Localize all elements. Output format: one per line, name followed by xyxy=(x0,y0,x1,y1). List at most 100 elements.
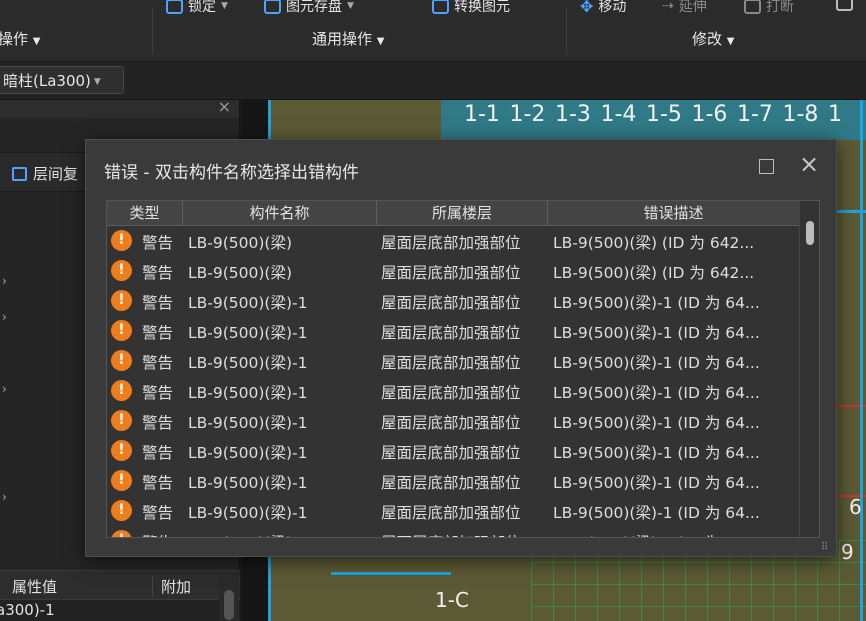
tree-expand-icon[interactable]: › xyxy=(2,310,7,324)
axis-label: 1-2 xyxy=(509,102,546,127)
extend-icon: ⇢ xyxy=(662,0,674,14)
close-icon[interactable]: × xyxy=(799,152,819,176)
row-component-name[interactable]: LB-9(500)(梁)-1 xyxy=(188,411,378,433)
warning-icon: ! xyxy=(111,530,132,537)
tree-expand-icon[interactable]: › xyxy=(2,490,7,504)
axis-label: 1-7 xyxy=(737,102,773,127)
row-description: LB-9(500)(梁) (ID 为 642... xyxy=(553,234,755,252)
axis-label-bar: 1-1 1-2 1-3 1-4 1-5 1-6 1-7 1-8 1 xyxy=(464,102,866,127)
row-description: LB-9(500)(梁)-1 (ID 为 64... xyxy=(553,324,760,342)
row-floor: 屋面层底部加强部位 xyxy=(381,354,521,372)
warning-icon: ! xyxy=(111,440,132,461)
warning-icon: ! xyxy=(111,410,132,431)
property-extra-header: 附加 xyxy=(152,576,191,597)
chevron-down-icon: ▼ xyxy=(221,1,228,11)
property-scrollbar[interactable] xyxy=(219,572,239,621)
tree-expand-icon[interactable]: › xyxy=(2,274,7,288)
save-element-button[interactable]: 图元存盘 ▼ xyxy=(264,0,354,16)
more-tool-button[interactable] xyxy=(836,0,853,11)
row-description: LB-9(500)(梁)-1 (ID 为 64... xyxy=(553,531,797,537)
ribbon-toolbar: 锁定 ▼ 图元存盘 ▼ 转换图元 ✥ 移动 ⇢ 延伸 打断 操作 ▼ 通用操作 ▼ 修改… xyxy=(0,0,866,62)
row-component-name[interactable]: LB-9(500)(梁)-1 xyxy=(188,501,378,523)
scrollbar-thumb[interactable] xyxy=(224,590,234,620)
error-table-header: 类型 构件名称 所属楼层 错误描述 xyxy=(107,201,799,226)
property-row[interactable]: a300)-1 xyxy=(0,600,240,621)
property-value-header: 属性值 xyxy=(12,578,58,596)
row-type: 警告 xyxy=(142,384,174,402)
table-row[interactable]: !警告LB-9(500)(梁)-1屋面层底部加强部位LB-9(500)(梁)-1… xyxy=(107,376,799,406)
error-table-scrollbar[interactable] xyxy=(799,201,819,537)
chevron-down-icon: ▼ xyxy=(32,36,41,47)
lock-tool-button[interactable]: 锁定 ▼ xyxy=(166,0,228,16)
table-row[interactable]: !警告LB-9(500)(梁)-1屋面层底部加强部位LB-9(500)(梁)-1… xyxy=(107,286,799,316)
row-type: 警告 xyxy=(142,264,174,282)
error-table: 类型 构件名称 所属楼层 错误描述 ! 警告 LB-9(500)(梁) 屋面层底部加强… xyxy=(106,200,820,538)
column-header-floor[interactable]: 所属楼层 xyxy=(377,201,548,226)
convert-element-button[interactable]: 转换图元 xyxy=(432,0,510,16)
table-row[interactable]: !警告LB-9(500)(梁)-1屋面层底部加强部位LB-9(500)(梁)-1… xyxy=(107,436,799,466)
row-component-name[interactable]: LB-9(500)(梁) xyxy=(188,261,378,283)
ribbon-group-operations[interactable]: 操作 ▼ xyxy=(0,28,41,49)
row-type: 警告 xyxy=(142,294,174,312)
component-select[interactable]: 暗柱(La300) ▼ xyxy=(0,66,124,94)
row-component-name[interactable]: LB-9(500)(梁) xyxy=(188,231,378,253)
row-floor: 屋面层底部加强部位 xyxy=(381,504,521,522)
row-component-name[interactable]: LB-9(500)(梁)-1 xyxy=(188,381,378,403)
tab-floor-copy[interactable]: 层间复 xyxy=(12,163,78,184)
warning-icon: ! xyxy=(111,350,132,371)
table-row[interactable]: !警告LB-9(500)(梁)-1屋面层底部加强部位LB-9(500)(梁)-1… xyxy=(107,316,799,346)
table-row[interactable]: !警告LB-9(500)(梁)-1屋面层底部加强部位LB-9(500)(梁)-1… xyxy=(107,406,799,436)
row-floor: 屋面层底部加强部位 xyxy=(381,531,551,537)
row-type: 警告 xyxy=(142,234,174,252)
tree-expand-icon[interactable]: › xyxy=(2,382,7,396)
row-component-name[interactable]: LB-9(500)(梁)-1 xyxy=(188,351,378,373)
row-type: 警告 xyxy=(142,531,184,537)
row-component-name[interactable]: LB-9(500)(梁)-1 xyxy=(188,441,378,463)
ribbon-group-general[interactable]: 通用操作 ▼ xyxy=(312,28,385,49)
table-row[interactable]: !警告LB-9(500)(梁)-1屋面层底部加强部位LB-9(500)(梁)-1… xyxy=(107,346,799,376)
move-icon: ✥ xyxy=(580,0,594,16)
ribbon-divider xyxy=(152,8,153,54)
warning-icon: ! xyxy=(111,470,132,491)
table-row[interactable]: ! 警告 LB-9(500)(梁) 屋面层底部加强部位 LB-9(500)(梁) (ID… xyxy=(107,256,799,286)
row-component-name[interactable]: LB-9(500)(梁)-1 xyxy=(188,321,378,343)
column-header-type[interactable]: 类型 xyxy=(107,201,183,226)
warning-icon: ! xyxy=(111,260,132,281)
row-description: LB-9(500)(梁)-1 (ID 为 64... xyxy=(553,504,760,522)
export-icon xyxy=(836,0,853,11)
row-type: 警告 xyxy=(142,504,174,522)
row-description: LB-9(500)(梁) (ID 为 642... xyxy=(553,264,755,282)
ribbon-group-modify[interactable]: 修改 ▼ xyxy=(692,28,735,49)
chevron-down-icon: ▼ xyxy=(93,76,101,87)
axis-label: 1 xyxy=(828,102,842,127)
row-floor: 屋面层底部加强部位 xyxy=(381,444,521,462)
row-component-name[interactable]: LB-9(500)(梁)-1 xyxy=(188,531,378,537)
close-icon[interactable]: × xyxy=(218,97,231,116)
axis-label: 1-C xyxy=(435,588,469,612)
extend-button[interactable]: ⇢ 延伸 xyxy=(662,0,707,16)
warning-icon: ! xyxy=(111,320,132,341)
row-description: LB-9(500)(梁)-1 (ID 为 64... xyxy=(553,294,760,312)
row-component-name[interactable]: LB-9(500)(梁)-1 xyxy=(188,471,378,493)
resize-grip-icon[interactable]: ⠿ xyxy=(821,542,828,553)
table-row[interactable]: ! 警告 LB-9(500)(梁)-1屋面层底部加强部位LB-9(500)(梁)-1… xyxy=(107,526,799,537)
chevron-down-icon: ▼ xyxy=(376,36,385,47)
table-row[interactable]: !警告LB-9(500)(梁)-1屋面层底部加强部位LB-9(500)(梁)-1… xyxy=(107,496,799,526)
move-button[interactable]: ✥ 移动 xyxy=(580,0,626,16)
row-type: 警告 xyxy=(142,354,174,372)
axis-label: 6 xyxy=(849,495,862,519)
row-component-name[interactable]: LB-9(500)(梁)-1 xyxy=(188,291,378,313)
row-type: 警告 xyxy=(142,474,174,492)
column-header-description[interactable]: 错误描述 xyxy=(548,201,799,226)
property-table-header: 属性值 附加 xyxy=(0,570,240,600)
scrollbar-thumb[interactable] xyxy=(806,221,814,245)
row-description: LB-9(500)(梁)-1 (ID 为 64... xyxy=(553,384,760,402)
maximize-icon[interactable] xyxy=(759,159,774,174)
column-header-name[interactable]: 构件名称 xyxy=(183,201,377,226)
table-row[interactable]: ! 警告 LB-9(500)(梁) 屋面层底部加强部位 LB-9(500)(梁) (ID… xyxy=(107,226,799,256)
break-button[interactable]: 打断 xyxy=(744,0,794,16)
sub-toolbar: 暗柱(La300) ▼ xyxy=(0,62,866,100)
row-description: LB-9(500)(梁)-1 (ID 为 64... xyxy=(553,474,760,492)
row-floor: 屋面层底部加强部位 xyxy=(381,264,521,282)
table-row[interactable]: !警告LB-9(500)(梁)-1屋面层底部加强部位LB-9(500)(梁)-1… xyxy=(107,466,799,496)
